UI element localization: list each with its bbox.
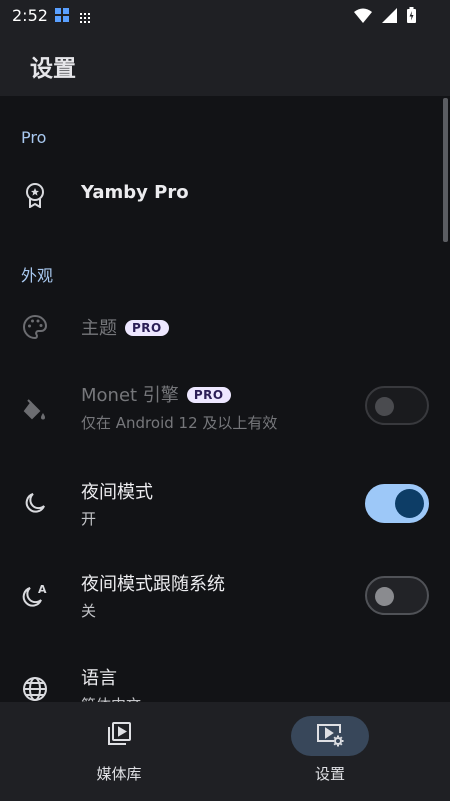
- setting-title: 夜间模式跟随系统: [81, 574, 225, 595]
- app-bar: 设置: [0, 30, 450, 96]
- settings-list[interactable]: Pro Yamby Pro 外观 主题 PRO Monet 引擎 PRO 仅在 …: [0, 96, 450, 702]
- grid-icon: [80, 8, 90, 27]
- section-header-pro: Pro: [21, 128, 47, 147]
- video-settings-icon: [315, 720, 345, 752]
- setting-monet[interactable]: Monet 引擎 PRO 仅在 Android 12 及以上有效: [0, 372, 450, 452]
- palette-icon: [20, 312, 50, 342]
- setting-night-follow-system[interactable]: A 夜间模式跟随系统 关: [0, 558, 450, 634]
- setting-subtitle: 简体中文: [81, 694, 141, 702]
- moon-auto-icon: A: [20, 580, 50, 610]
- signal-icon: [382, 7, 397, 27]
- setting-title: Yamby Pro: [81, 182, 189, 203]
- setting-subtitle: 仅在 Android 12 及以上有效: [81, 414, 278, 432]
- nav-settings[interactable]: 设置: [275, 716, 385, 786]
- status-bar: 2:52: [0, 0, 450, 30]
- svg-text:A: A: [38, 583, 47, 596]
- pro-badge: PRO: [186, 387, 231, 403]
- widget-icon: [54, 7, 70, 27]
- monet-title: Monet 引擎: [81, 385, 179, 406]
- setting-subtitle: 关: [81, 602, 97, 620]
- pro-badge: PRO: [125, 320, 169, 336]
- night-follow-switch[interactable]: [365, 576, 429, 615]
- nav-media-library[interactable]: 媒体库: [64, 716, 174, 786]
- nav-pill: [80, 716, 158, 756]
- nav-pill: [291, 716, 369, 756]
- nav-label: 设置: [314, 765, 345, 783]
- setting-yamby-pro[interactable]: Yamby Pro: [0, 164, 450, 226]
- award-icon: [20, 180, 50, 210]
- setting-theme[interactable]: 主题 PRO: [0, 296, 450, 358]
- monet-switch[interactable]: [365, 386, 429, 425]
- battery-icon: [407, 7, 416, 27]
- video-library-icon: [105, 720, 133, 752]
- setting-night-mode[interactable]: 夜间模式 开: [0, 466, 450, 542]
- setting-language[interactable]: 语言 简体中文: [0, 652, 450, 702]
- setting-subtitle: 开: [81, 510, 97, 528]
- wifi-icon: [354, 8, 372, 27]
- setting-title: 夜间模式: [81, 482, 153, 503]
- switch-thumb: [375, 397, 394, 416]
- bottom-navigation: 媒体库 设置: [0, 702, 450, 801]
- switch-thumb: [375, 587, 394, 606]
- page-title: 设置: [30, 56, 76, 82]
- globe-icon: [20, 674, 50, 702]
- moon-icon: [20, 488, 50, 518]
- paint-bucket-icon: [20, 394, 50, 424]
- status-time: 2:52: [12, 6, 48, 25]
- setting-title: 主题 PRO: [81, 314, 169, 340]
- theme-title: 主题: [81, 318, 117, 339]
- setting-title: Monet 引擎 PRO: [81, 381, 231, 407]
- switch-thumb: [395, 489, 424, 518]
- setting-title: 语言: [81, 668, 117, 689]
- nav-label: 媒体库: [96, 765, 142, 783]
- section-header-appearance: 外观: [21, 266, 54, 285]
- night-mode-switch[interactable]: [365, 484, 429, 523]
